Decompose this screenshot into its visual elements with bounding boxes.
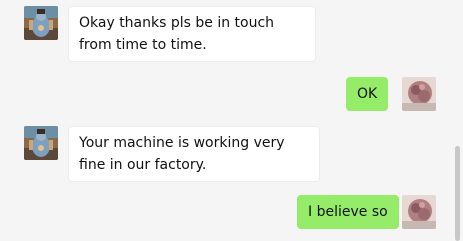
chat-message-list: Okay thanks pls be in touch from time to… bbox=[0, 0, 453, 241]
incoming-message-bubble[interactable]: Your machine is working very fine in our… bbox=[68, 126, 320, 182]
message-text: I believe so bbox=[308, 204, 388, 220]
message-text: OK bbox=[357, 86, 378, 102]
incoming-message-bubble[interactable]: Okay thanks pls be in touch from time to… bbox=[68, 6, 316, 62]
message-text: Your machine is working very fine in our… bbox=[79, 135, 285, 173]
message-text: Okay thanks pls be in touch from time to… bbox=[79, 15, 275, 53]
user-avatar-icon[interactable] bbox=[402, 195, 436, 229]
scrollbar-thumb[interactable] bbox=[455, 146, 460, 241]
outgoing-message-bubble[interactable]: OK bbox=[346, 77, 389, 111]
user-avatar-icon[interactable] bbox=[402, 77, 436, 111]
contact-avatar-icon[interactable] bbox=[24, 6, 58, 40]
scrollbar-track[interactable] bbox=[453, 0, 463, 241]
contact-avatar-icon[interactable] bbox=[24, 126, 58, 160]
outgoing-message-bubble[interactable]: I believe so bbox=[297, 195, 399, 229]
